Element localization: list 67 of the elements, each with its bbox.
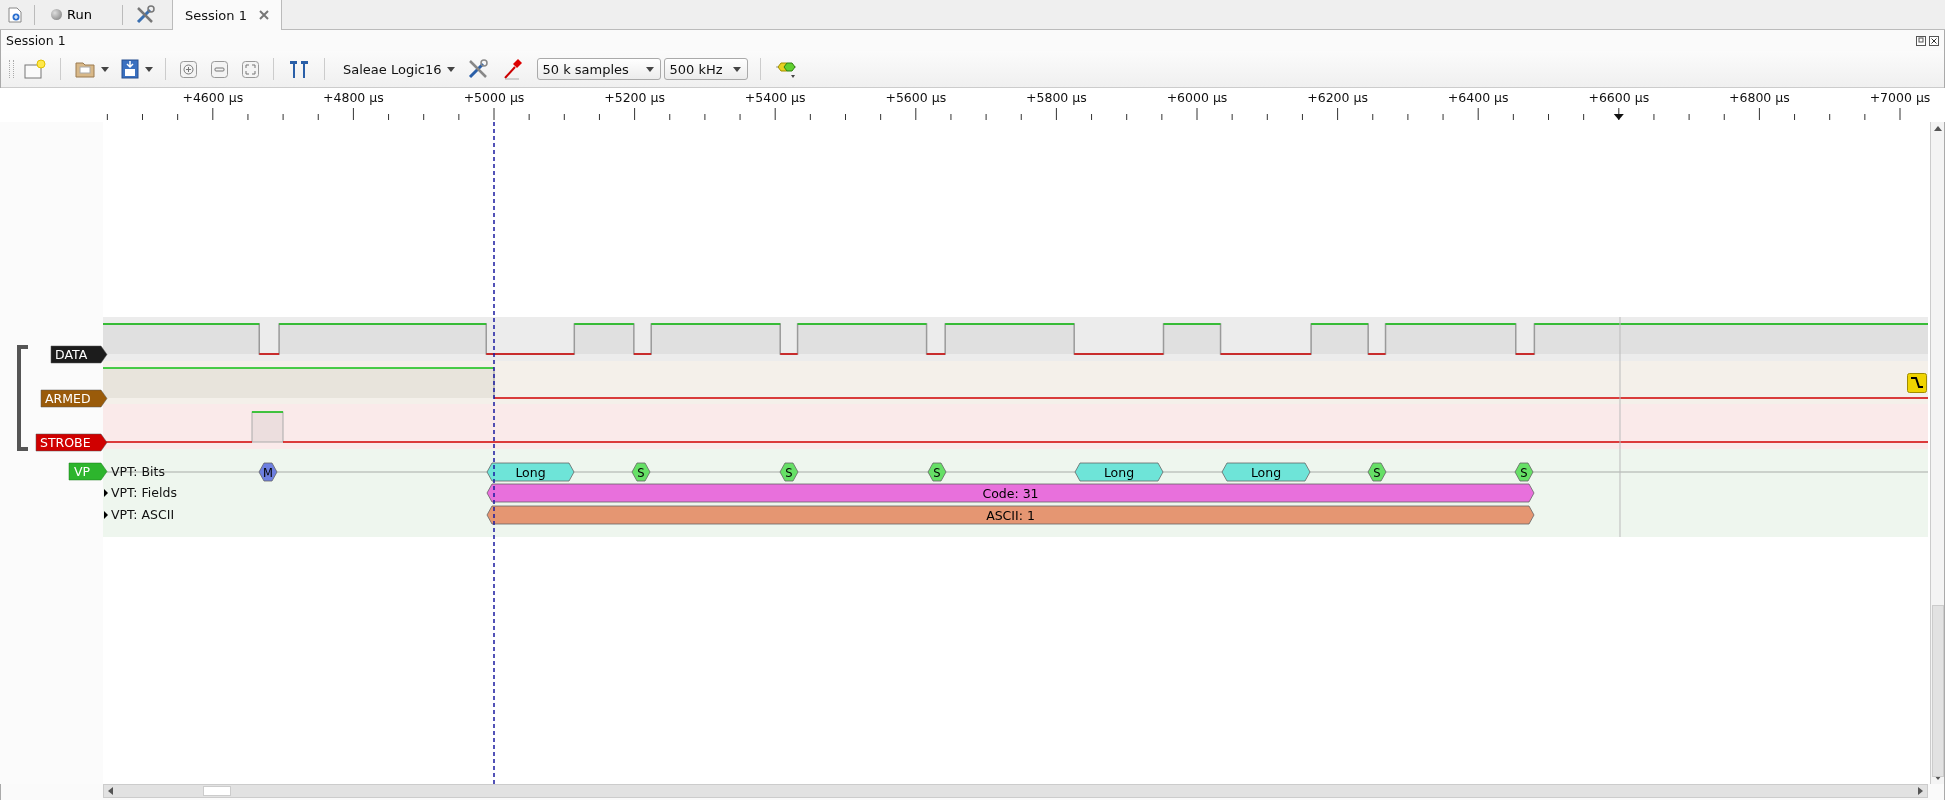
time-label: +6000 µs [1166,90,1228,105]
restore-icon[interactable] [1916,35,1926,46]
marker-arrow-icon [1613,114,1624,120]
time-label: +4600 µs [182,90,244,105]
time-label: +5200 µs [604,90,665,105]
row-label: VPT: ASCII [111,507,175,522]
caret-icon[interactable] [646,66,655,72]
session-title: Session 1 [6,33,66,48]
cursor-line[interactable] [493,122,495,784]
channel-label[interactable]: ARMED [40,389,108,408]
new-session-icon[interactable] [8,6,22,23]
row-label: VPT: Bits [111,464,165,479]
scroll-left-icon[interactable] [108,787,113,795]
bit-marker: S [927,462,947,482]
folder-icon[interactable] [75,60,95,78]
scroll-up-icon[interactable] [1933,126,1942,131]
samples-dropdown[interactable]: 50 k samples [537,58,662,80]
time-label: +6600 µs [1588,90,1650,105]
tools-icon[interactable] [467,58,490,80]
fit-icon[interactable] [242,60,259,78]
time-label: +6200 µs [1307,90,1368,105]
vertical-scrollbar[interactable] [1930,122,1944,784]
annotation-bubble: Code: 31 [486,483,1535,503]
zoom-in-icon[interactable] [180,60,197,78]
bit-marker: S [1514,462,1534,482]
device-options-icon[interactable] [775,59,798,79]
caret-icon[interactable] [447,66,456,72]
caret-icon[interactable] [145,66,153,72]
row-label: VPT: Fields [111,485,177,500]
annotation-bubble: Long [1221,462,1311,482]
bit-marker: S [779,462,799,482]
trigger-edge-icon[interactable] [1907,373,1927,393]
cursors-icon[interactable] [288,59,310,79]
caret-icon[interactable] [733,66,742,72]
run-button[interactable]: Run [47,7,96,22]
time-label: +4800 µs [323,90,384,105]
save-icon[interactable] [121,59,139,79]
caret-icon[interactable] [101,66,109,72]
session-tab[interactable]: Session 1 [171,0,282,30]
time-label: +5000 µs [463,90,525,105]
bit-marker: M [258,462,278,482]
annotation-bubble: ASCII: 1 [486,505,1535,525]
annotation-bubble: Long [1074,462,1164,482]
bit-marker: S [631,462,651,482]
bit-marker: S [1367,462,1387,482]
time-label: +7000 µs [1869,90,1931,105]
probe-icon[interactable] [503,58,524,80]
device-selector[interactable]: Saleae Logic16 [343,61,442,77]
annotation-bubble: Long [486,462,575,482]
scroll-thumb[interactable] [203,786,231,796]
time-label: +6400 µs [1447,90,1509,105]
time-label: +5400 µs [744,90,806,105]
scroll-right-icon[interactable] [1918,787,1923,795]
close-icon[interactable] [1929,35,1939,46]
time-label: +5600 µs [885,90,947,105]
tools-icon[interactable] [134,4,155,25]
time-label: +5800 µs [1026,90,1087,105]
channel-label[interactable]: STROBE [35,433,108,452]
zoom-out-icon[interactable] [211,60,228,78]
expand-arrow-icon[interactable] [104,489,108,497]
horizontal-scrollbar[interactable] [103,784,1928,798]
scroll-down-icon[interactable] [1933,775,1942,780]
channel-label[interactable]: DATA [50,345,108,364]
rate-dropdown[interactable]: 500 kHz [664,58,749,80]
scroll-thumb[interactable] [1931,605,1944,777]
expand-arrow-icon[interactable] [104,511,108,519]
time-label: +6800 µs [1729,90,1790,105]
